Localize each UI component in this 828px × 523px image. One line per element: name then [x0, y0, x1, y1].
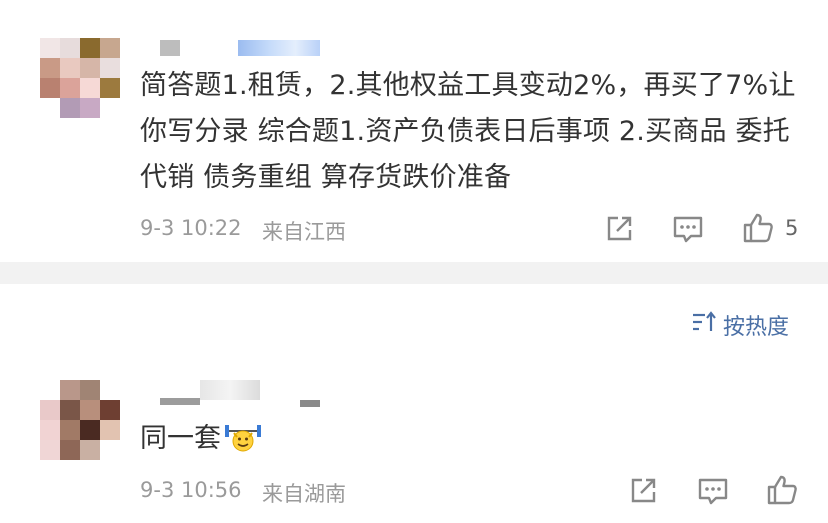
sort-by-hot-button[interactable]: 按热度: [691, 310, 789, 340]
thumbs-up-icon[interactable]: [766, 474, 798, 506]
avatar[interactable]: [40, 38, 120, 118]
comment-icon[interactable]: [672, 214, 704, 244]
share-icon[interactable]: [604, 214, 634, 244]
username-blurred[interactable]: [238, 40, 320, 56]
weightlifting-emoji: [223, 419, 263, 453]
comment-location: 来自江西: [262, 220, 346, 244]
username-blurred[interactable]: [200, 380, 260, 400]
reply-timestamp: 9-3 10:56: [140, 478, 242, 502]
sort-icon: [691, 311, 717, 339]
section-divider: [0, 262, 828, 284]
reply-text-content: 同一套: [140, 423, 221, 454]
thumbs-up-icon[interactable]: [742, 212, 774, 244]
sort-label: 按热度: [723, 315, 790, 340]
reply-location: 来自湖南: [262, 482, 346, 506]
avatar[interactable]: [40, 380, 120, 460]
reply-text: 同一套: [140, 416, 263, 455]
share-icon[interactable]: [628, 476, 658, 506]
username-blurred[interactable]: [160, 398, 200, 405]
like-count: 5: [785, 216, 799, 240]
comment-text: 简答题1.租赁，2.其他权益工具变动2%，再买了7%让你写分录 综合题1.资产负…: [140, 70, 796, 193]
username-blurred[interactable]: [160, 40, 180, 56]
comment-timestamp: 9-3 10:22: [140, 216, 242, 240]
username-blurred[interactable]: [300, 400, 320, 407]
comment-icon[interactable]: [697, 476, 729, 506]
